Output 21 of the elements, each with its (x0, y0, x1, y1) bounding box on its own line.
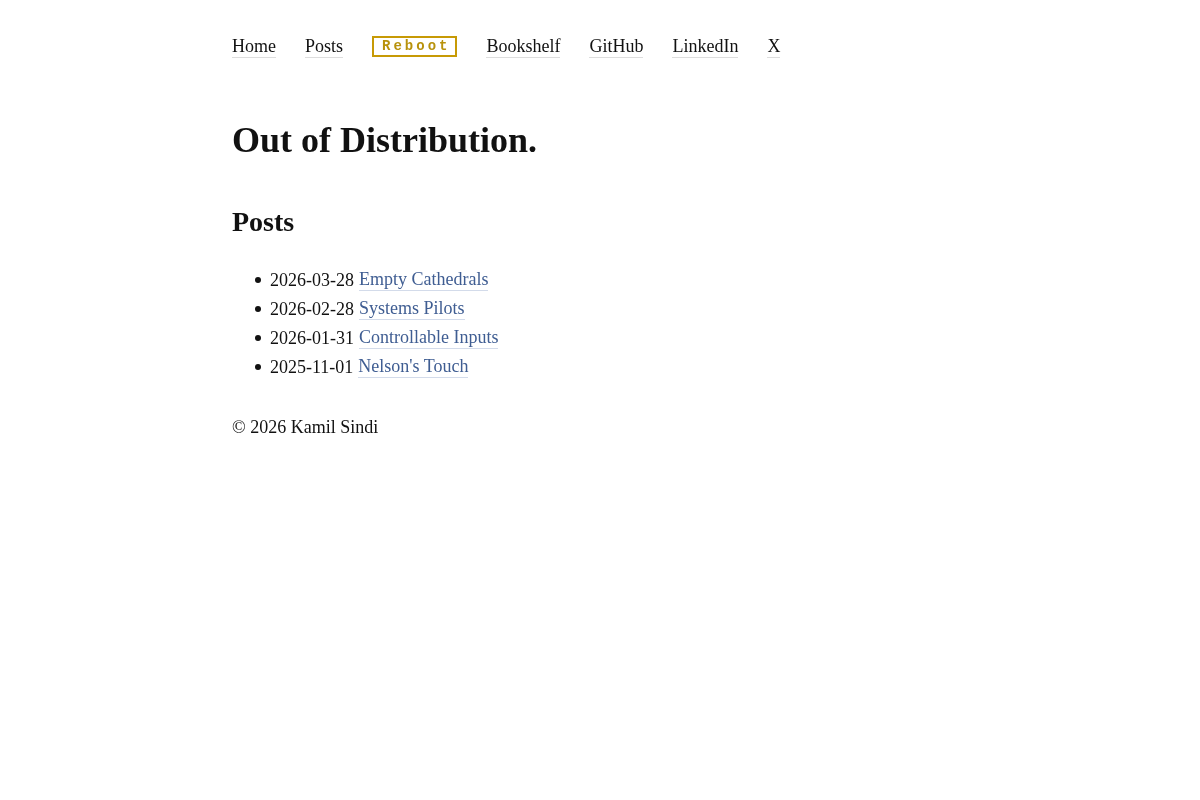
post-date: 2026-02-28 (270, 297, 354, 320)
bullet-icon (255, 305, 261, 312)
nav-link[interactable]: Posts (305, 35, 344, 58)
bullet-icon (255, 334, 261, 341)
post-date: 2025-11-01 (270, 355, 354, 378)
nav-link[interactable]: X (767, 35, 781, 58)
post-date: 2026-01-31 (270, 326, 354, 349)
nav-link[interactable]: Home (232, 35, 276, 58)
post-link[interactable]: Empty Cathedrals (359, 268, 489, 291)
nav-link[interactable]: LinkedIn (672, 35, 739, 58)
post-link[interactable]: Controllable Inputs (359, 326, 499, 349)
bullet-icon (255, 363, 261, 370)
post-link[interactable]: Systems Pilots (359, 297, 465, 320)
site-title: Out of Distribution. (232, 119, 539, 162)
section-heading: Posts (232, 205, 296, 239)
post-date: 2026-03-28 (270, 268, 354, 291)
bullet-icon (255, 276, 261, 283)
footer-copyright: © 2026 Kamil Sindi (232, 416, 380, 438)
nav-link[interactable]: Bookshelf (486, 35, 561, 58)
nav-link[interactable]: GitHub (589, 35, 644, 58)
post-link[interactable]: Nelson's Touch (358, 355, 469, 378)
